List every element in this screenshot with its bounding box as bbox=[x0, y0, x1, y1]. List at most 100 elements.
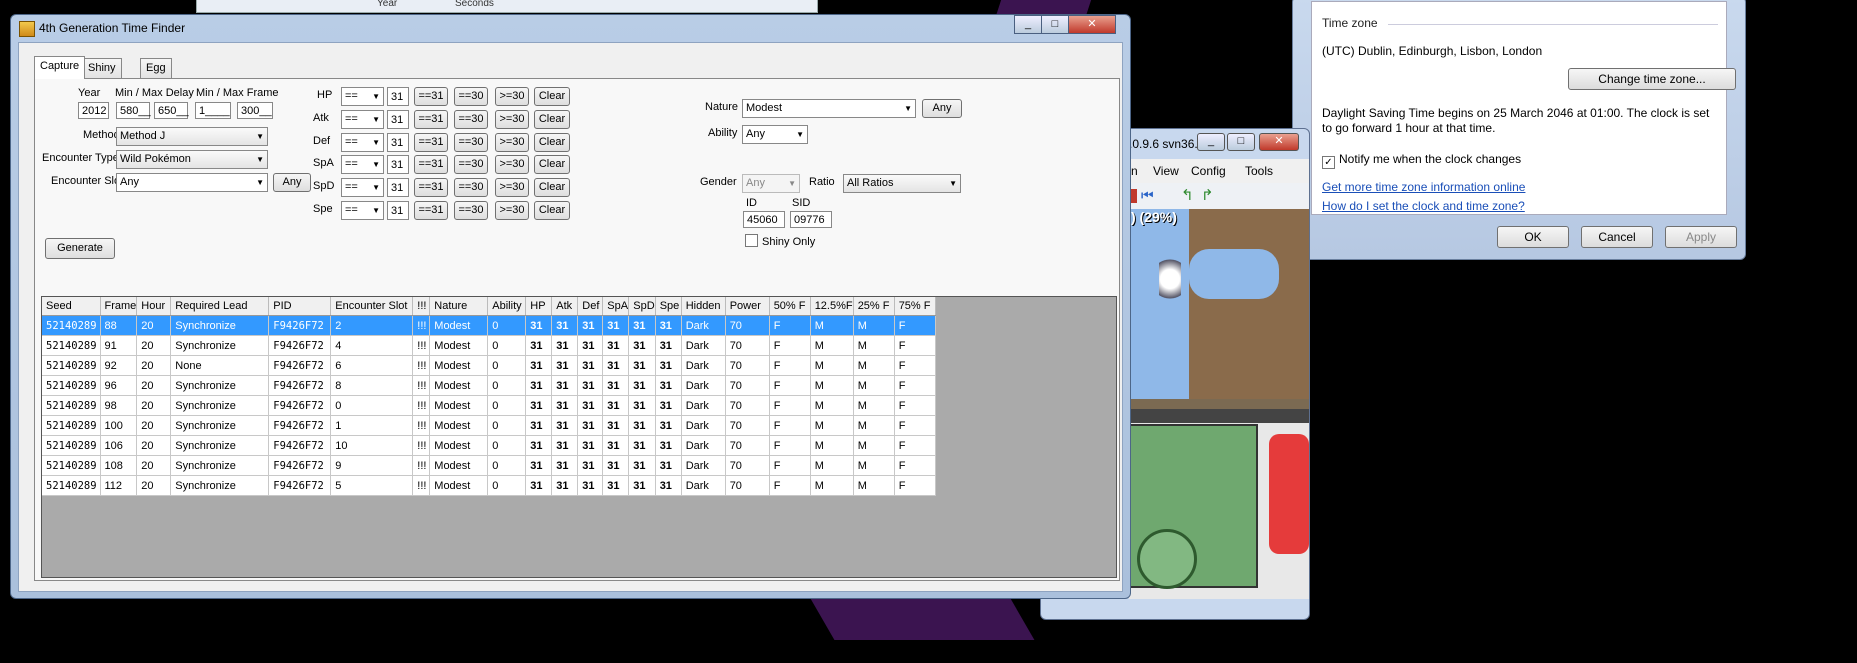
spa-clear-button[interactable]: Clear bbox=[534, 155, 570, 174]
table-row[interactable]: 52140289 88 20 Synchronize F9426F72 2!!! Modes… bbox=[42, 315, 936, 336]
encounter-slot-select[interactable]: Any bbox=[116, 173, 268, 192]
spa-eq31-button[interactable]: ==31 bbox=[414, 155, 448, 174]
generate-button[interactable]: Generate bbox=[45, 238, 115, 259]
ok-button[interactable]: OK bbox=[1497, 226, 1569, 248]
close-icon[interactable]: ✕ bbox=[1259, 133, 1299, 151]
spd-value-input[interactable]: 31 bbox=[387, 178, 409, 197]
maximize-icon[interactable]: □ bbox=[1227, 133, 1255, 151]
tab-shiny-egg[interactable]: Shiny Egg bbox=[82, 58, 122, 93]
max-frame-input[interactable]: 300__ bbox=[237, 102, 273, 119]
game-screen[interactable]: ) (29%) bbox=[1129, 209, 1309, 599]
rotate-left-icon[interactable]: ↰ bbox=[1181, 186, 1194, 204]
column-header[interactable]: 25% F bbox=[853, 297, 895, 316]
table-row[interactable]: 52140289 100 20 Synchronize F9426F72 1!!! Mode… bbox=[42, 415, 936, 436]
def-operator-select[interactable]: == bbox=[341, 133, 384, 152]
maximize-icon[interactable]: □ bbox=[1041, 15, 1069, 34]
atk-eq31-button[interactable]: ==31 bbox=[414, 110, 448, 129]
column-header[interactable]: SpA bbox=[602, 297, 630, 316]
rotate-right-icon[interactable]: ↱ bbox=[1201, 186, 1214, 204]
hp-ge30-button[interactable]: >=30 bbox=[495, 87, 529, 106]
checkbox-icon[interactable] bbox=[745, 234, 758, 247]
atk-eq30-button[interactable]: ==30 bbox=[454, 110, 488, 129]
ratio-select[interactable]: All Ratios bbox=[843, 174, 961, 193]
spa-eq30-button[interactable]: ==30 bbox=[454, 155, 488, 174]
checkbox-icon[interactable]: ✓ bbox=[1322, 156, 1335, 169]
column-header[interactable]: !!! bbox=[412, 297, 431, 316]
clock-help-link[interactable]: How do I set the clock and time zone? bbox=[1322, 199, 1525, 213]
shiny-only-checkbox[interactable]: Shiny Only bbox=[745, 234, 815, 248]
column-header[interactable]: PID bbox=[268, 297, 332, 316]
sid-input[interactable]: 09776 bbox=[790, 211, 832, 228]
gender-select[interactable]: Any bbox=[742, 174, 800, 193]
column-header[interactable]: Spe bbox=[655, 297, 682, 316]
close-icon[interactable]: ✕ bbox=[1068, 15, 1116, 34]
column-header[interactable]: SpD bbox=[628, 297, 656, 316]
spa-operator-select[interactable]: == bbox=[341, 155, 384, 174]
column-header[interactable]: Ability bbox=[487, 297, 527, 316]
spa-value-input[interactable]: 31 bbox=[387, 155, 409, 174]
column-header[interactable]: Power bbox=[725, 297, 770, 316]
column-header[interactable]: Nature bbox=[429, 297, 489, 316]
nature-select[interactable]: Modest bbox=[742, 99, 916, 118]
tab-capture[interactable]: Capture bbox=[34, 56, 86, 79]
spd-clear-button[interactable]: Clear bbox=[534, 178, 570, 197]
spd-ge30-button[interactable]: >=30 bbox=[495, 178, 529, 197]
minimize-icon[interactable]: _ bbox=[1197, 133, 1225, 151]
max-delay-input[interactable]: 650__ bbox=[154, 102, 189, 119]
column-header[interactable]: Encounter Slot bbox=[330, 297, 414, 316]
cancel-button[interactable]: Cancel bbox=[1581, 226, 1653, 248]
nature-any-button[interactable]: Any bbox=[922, 99, 962, 118]
notify-checkbox[interactable]: ✓ Notify me when the clock changes bbox=[1322, 152, 1521, 169]
id-input[interactable]: 45060 bbox=[743, 211, 785, 228]
spd-eq31-button[interactable]: ==31 bbox=[414, 178, 448, 197]
spe-eq31-button[interactable]: ==31 bbox=[414, 201, 448, 220]
time-zone-info-link[interactable]: Get more time zone information online bbox=[1322, 180, 1525, 194]
table-row[interactable]: 52140289 98 20 Synchronize F9426F72 0!!! Modes… bbox=[42, 395, 936, 416]
def-ge30-button[interactable]: >=30 bbox=[495, 133, 529, 152]
menu-item-view[interactable]: View bbox=[1153, 164, 1179, 178]
def-clear-button[interactable]: Clear bbox=[534, 133, 570, 152]
def-eq31-button[interactable]: ==31 bbox=[414, 133, 448, 152]
table-row[interactable]: 52140289 91 20 Synchronize F9426F72 4!!! Modes… bbox=[42, 335, 936, 356]
hp-eq31-button[interactable]: ==31 bbox=[414, 87, 448, 106]
hp-clear-button[interactable]: Clear bbox=[534, 87, 570, 106]
change-time-zone-button[interactable]: Change time zone... bbox=[1568, 68, 1736, 90]
table-row[interactable]: 52140289 112 20 Synchronize F9426F72 5!!! Mode… bbox=[42, 475, 936, 496]
hp-operator-select[interactable]: == bbox=[341, 87, 384, 106]
column-header[interactable]: Atk bbox=[551, 297, 579, 316]
frame-back-icon[interactable]: ⏮ bbox=[1141, 187, 1154, 204]
spd-operator-select[interactable]: == bbox=[341, 178, 384, 197]
spe-operator-select[interactable]: == bbox=[341, 201, 384, 220]
year-input[interactable]: 2012 bbox=[78, 102, 109, 119]
column-header[interactable]: 12.5%F bbox=[810, 297, 854, 316]
spe-value-input[interactable]: 31 bbox=[387, 201, 409, 220]
apply-button[interactable]: Apply bbox=[1665, 226, 1737, 248]
spe-ge30-button[interactable]: >=30 bbox=[495, 201, 529, 220]
encounter-slot-any-button[interactable]: Any bbox=[273, 173, 311, 192]
column-header[interactable]: Seed bbox=[42, 297, 101, 316]
column-header[interactable]: Def bbox=[577, 297, 604, 316]
table-row[interactable]: 52140289 96 20 Synchronize F9426F72 8!!! Modes… bbox=[42, 375, 936, 396]
minimize-icon[interactable]: _ bbox=[1014, 15, 1042, 34]
column-header[interactable]: Hidden bbox=[681, 297, 726, 316]
column-header[interactable]: 75% F bbox=[894, 297, 936, 316]
column-header[interactable]: Required Lead bbox=[170, 297, 270, 316]
column-header[interactable]: Hour bbox=[136, 297, 172, 316]
spd-eq30-button[interactable]: ==30 bbox=[454, 178, 488, 197]
menu-item-config[interactable]: Config bbox=[1191, 164, 1226, 178]
ability-select[interactable]: Any bbox=[742, 125, 808, 144]
encounter-type-select[interactable]: Wild Pokémon bbox=[116, 150, 268, 169]
atk-value-input[interactable]: 31 bbox=[387, 110, 409, 129]
column-header[interactable]: Frame bbox=[100, 297, 138, 316]
min-delay-input[interactable]: 580__ bbox=[116, 102, 151, 119]
atk-clear-button[interactable]: Clear bbox=[534, 110, 570, 129]
spe-clear-button[interactable]: Clear bbox=[534, 201, 570, 220]
spa-ge30-button[interactable]: >=30 bbox=[495, 155, 529, 174]
def-value-input[interactable]: 31 bbox=[387, 133, 409, 152]
menu-item-tools[interactable]: Tools bbox=[1245, 164, 1273, 178]
atk-ge30-button[interactable]: >=30 bbox=[495, 110, 529, 129]
table-row[interactable]: 52140289 92 20 None F9426F72 6!!! Modest 0 31 31 3… bbox=[42, 355, 936, 376]
menu-item-file[interactable]: n bbox=[1131, 164, 1138, 178]
table-row[interactable]: 52140289 108 20 Synchronize F9426F72 9!!! Mode… bbox=[42, 455, 936, 476]
hp-value-input[interactable]: 31 bbox=[387, 87, 409, 106]
